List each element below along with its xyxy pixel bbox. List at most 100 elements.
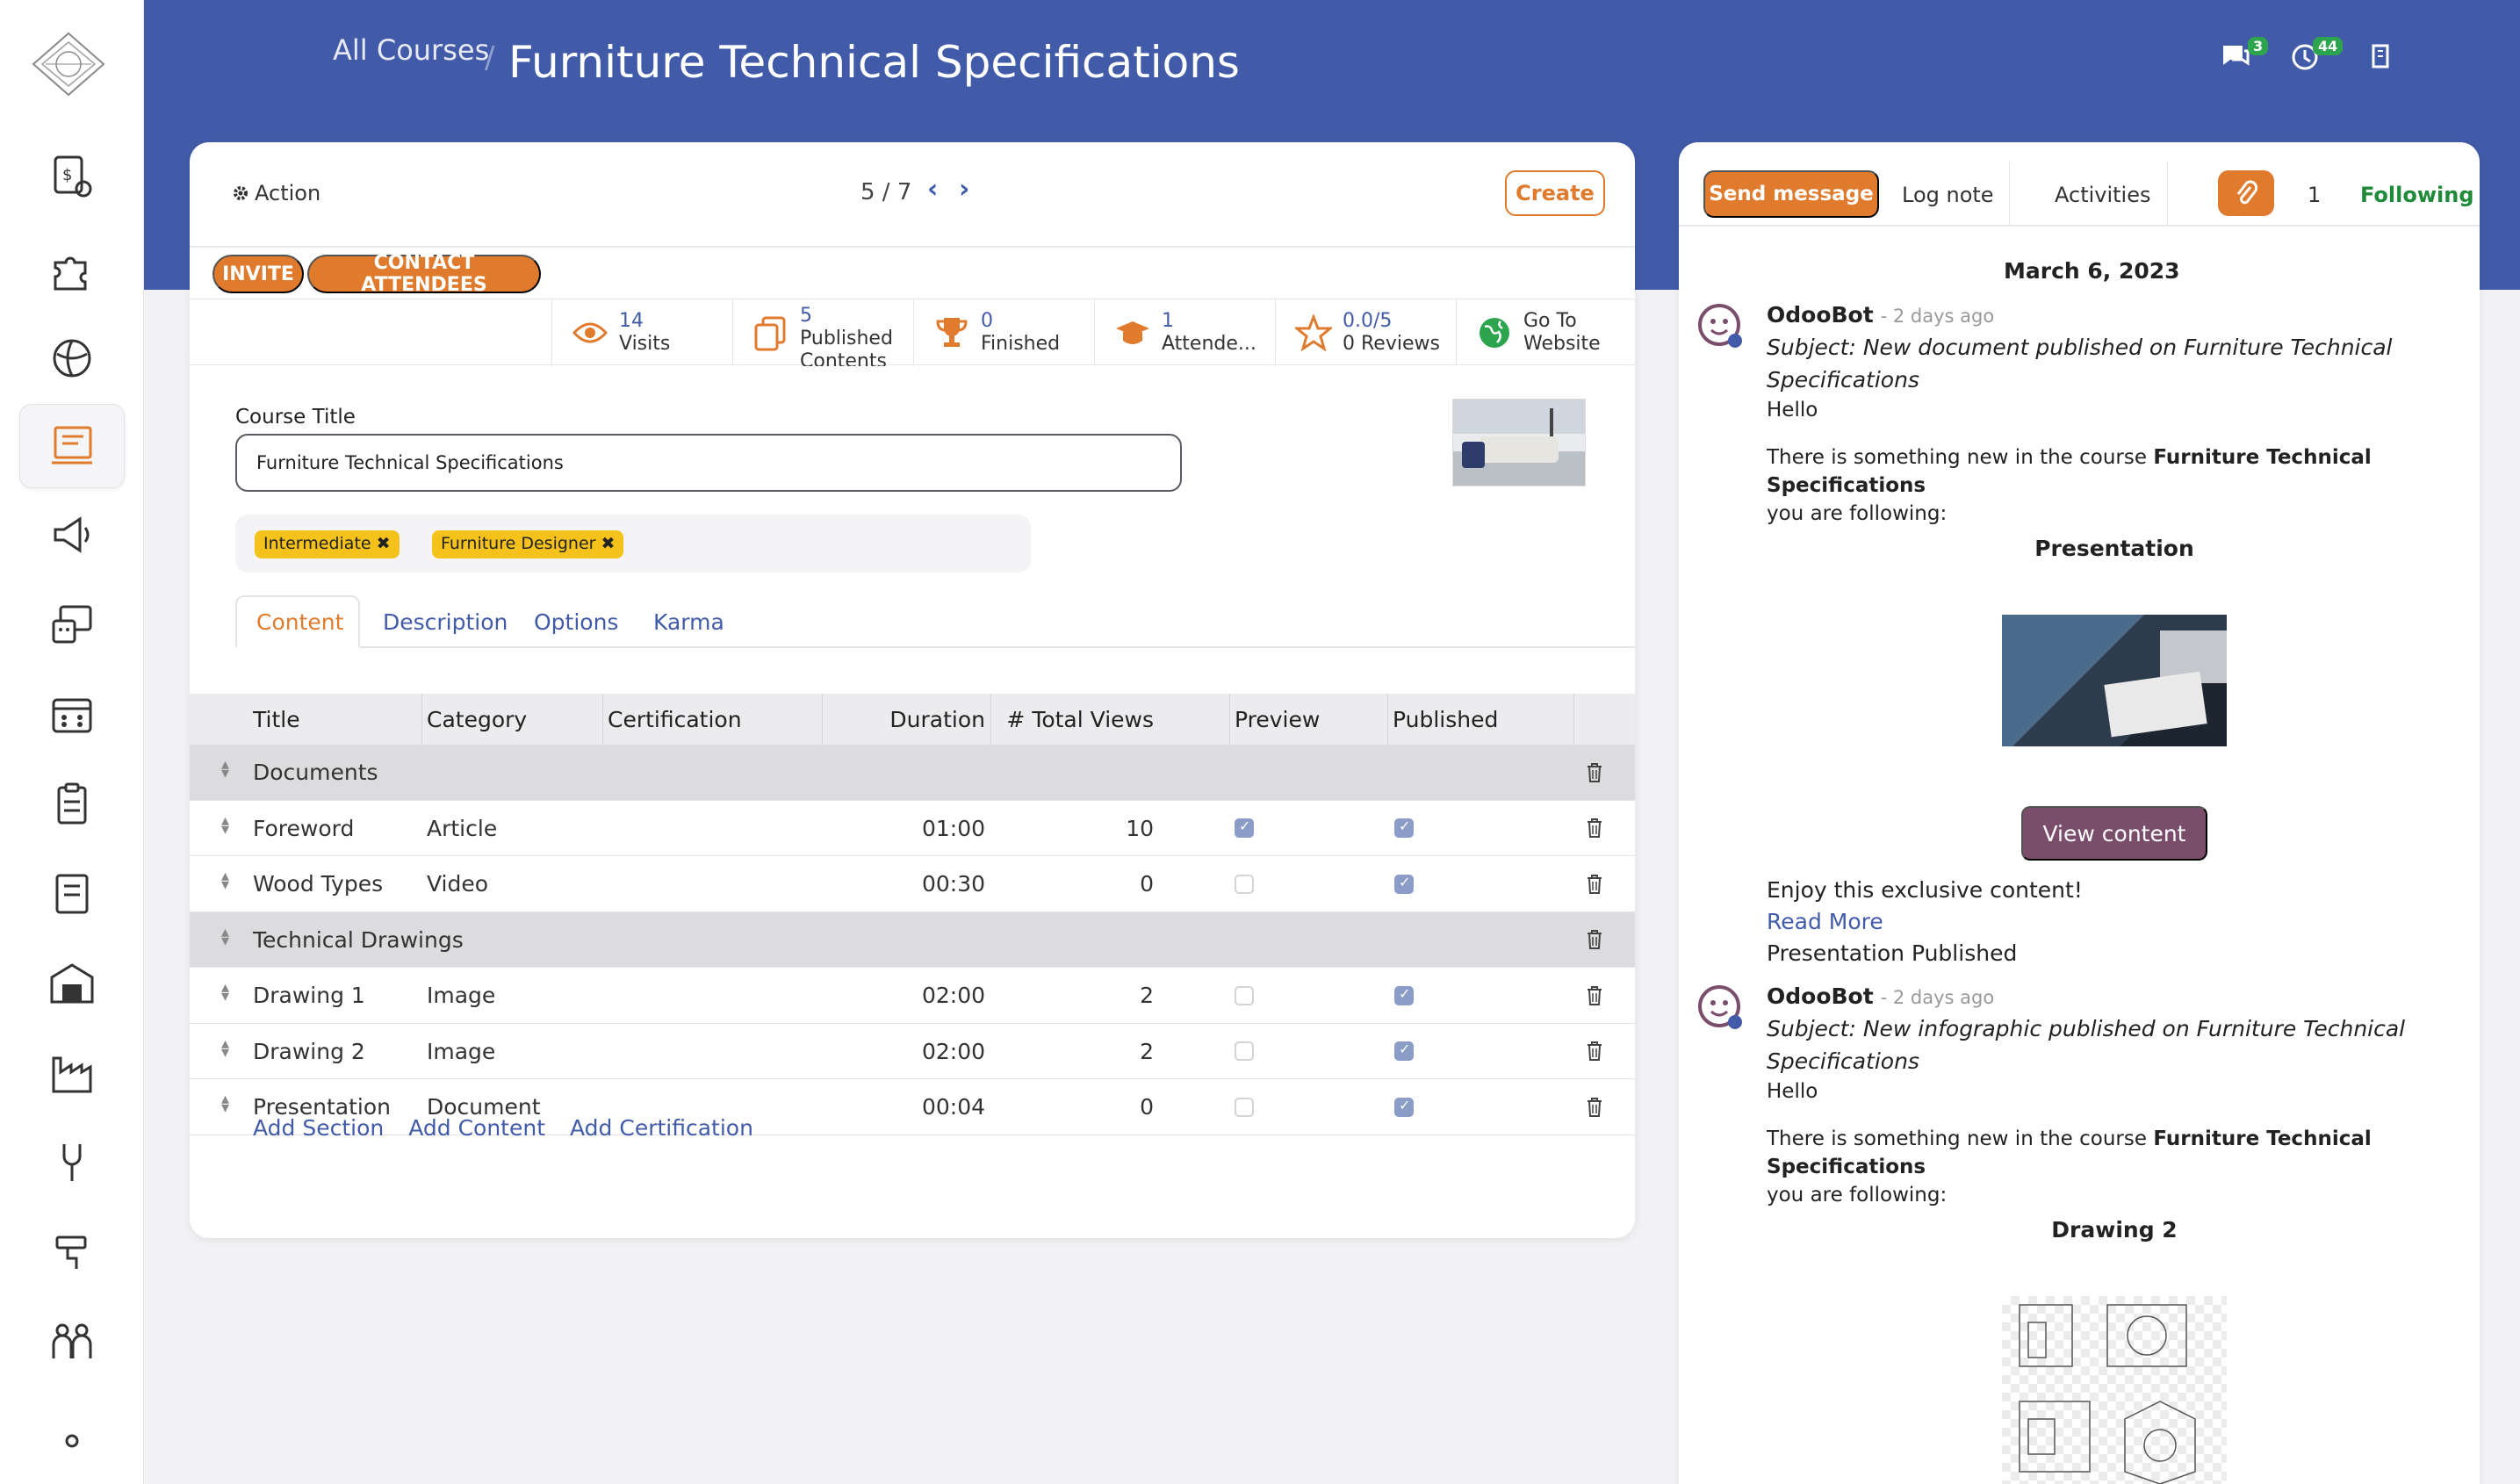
column-category[interactable]: Category [427,694,527,745]
trophy-icon [936,318,968,347]
course-image[interactable] [1452,399,1586,486]
tag-remove-icon[interactable]: ✖ [601,534,616,553]
presentation-thumbnail[interactable] [2002,615,2227,746]
trash-icon[interactable] [1584,1040,1605,1063]
marketing-icon[interactable] [19,493,125,578]
elearning-icon[interactable] [19,404,125,488]
tab-karma[interactable]: Karma [634,595,744,648]
table-row[interactable]: ▴ ▾ Drawing 2 Image 02:00 2 [190,1023,1635,1079]
manufacturing-icon[interactable] [19,1031,125,1115]
surveys-icon[interactable] [19,762,125,846]
read-more-link[interactable]: Read More [1767,906,2469,938]
view-content-button[interactable]: View content [2021,806,2207,861]
drawing-thumbnail[interactable] [2002,1296,2227,1484]
row-category: Image [427,983,496,1009]
preview-checkbox[interactable] [1235,874,1254,894]
trash-icon[interactable] [1584,984,1605,1007]
more-icon[interactable] [19,1387,125,1472]
apps-icon[interactable] [19,227,125,311]
course-title-input[interactable] [235,434,1182,492]
action-menu[interactable]: Action [232,181,320,205]
add-certification-link[interactable]: Add Certification [570,1115,753,1141]
table-row[interactable]: ▴ ▾ Drawing 1 Image 02:00 2 [190,968,1635,1024]
section-row[interactable]: ▴ ▾ Technical Drawings [190,911,1635,968]
column-preview[interactable]: Preview [1235,694,1320,745]
table-row[interactable]: ▴ ▾ Foreword Article 01:00 10 [190,800,1635,856]
tag-remove-icon[interactable]: ✖ [377,534,391,553]
pager-next-icon[interactable]: › [959,174,969,205]
accounting-icon[interactable]: $ [19,135,125,220]
column-title[interactable]: Title [253,694,300,745]
drag-handle-icon[interactable]: ▴ ▾ [221,812,229,837]
preview-checkbox[interactable] [1235,985,1254,1005]
following-button[interactable]: Following [2360,183,2474,207]
row-category: Image [427,1038,496,1064]
tab-options[interactable]: Options [515,595,637,648]
messages-icon[interactable] [2220,42,2251,76]
message-following: you are following: [1767,502,1948,525]
helpdesk-icon[interactable] [19,583,125,667]
repair-icon[interactable] [19,1210,125,1294]
tags-field[interactable]: Intermediate ✖ Furniture Designer ✖ [235,515,1031,573]
attachment-button[interactable] [2218,170,2274,216]
maintenance-icon[interactable] [19,1120,125,1205]
globe-icon [1480,318,1509,348]
company-switcher-icon[interactable] [2371,42,2390,74]
company-logo[interactable] [32,32,105,97]
employees-icon[interactable] [19,1300,125,1384]
visits-smart-button[interactable]: 14 Visits [551,299,732,366]
activities-button[interactable]: Activities [2055,183,2151,207]
create-button[interactable]: Create [1505,170,1605,216]
reviews-smart-button[interactable]: 0.0/5 0 Reviews [1275,299,1456,366]
events-icon[interactable] [19,673,125,757]
preview-checkbox[interactable] [1235,1041,1254,1062]
column-published[interactable]: Published [1393,694,1498,745]
log-note-button[interactable]: Log note [1902,183,1994,207]
drag-handle-icon[interactable]: ▴ ▾ [221,924,229,948]
followers-count[interactable]: 1 [2308,183,2321,207]
drag-handle-icon[interactable]: ▴ ▾ [221,868,229,893]
breadcrumb-parent[interactable]: All Courses [333,33,489,67]
message-footer: Presentation Published [1767,940,2018,966]
section-row[interactable]: ▴ ▾ Documents [190,745,1635,801]
invite-button[interactable]: INVITE [212,255,304,293]
trash-icon[interactable] [1584,1096,1605,1119]
drag-handle-icon[interactable]: ▴ ▾ [221,980,229,1005]
published-checkbox[interactable] [1394,1041,1414,1062]
pager-previous-icon[interactable]: ‹ [927,174,938,205]
trash-icon[interactable] [1584,761,1605,784]
trash-icon[interactable] [1584,873,1605,896]
row-total-views: 2 [1140,1038,1154,1064]
go-to-website-smart-button[interactable]: Go To Website [1456,299,1635,366]
attendees-smart-button[interactable]: 1 Attende... [1094,299,1275,366]
add-content-link[interactable]: Add Content [408,1115,545,1141]
trash-icon[interactable] [1584,928,1605,951]
row-title: Technical Drawings [253,926,464,953]
published-checkbox[interactable] [1394,874,1414,894]
published-checkbox[interactable] [1394,1097,1414,1117]
add-section-link[interactable]: Add Section [253,1115,384,1141]
column-certification[interactable]: Certification [608,694,742,745]
column-total-views[interactable]: # Total Views [996,694,1154,745]
drag-handle-icon[interactable]: ▴ ▾ [221,757,229,782]
row-duration: 02:00 [921,1038,985,1064]
finished-smart-button[interactable]: 0 Finished [913,299,1094,366]
published-checkbox[interactable] [1394,985,1414,1005]
pager-value[interactable]: 5 / 7 [860,179,911,205]
documents-icon[interactable] [19,852,125,936]
drag-handle-icon[interactable]: ▴ ▾ [221,1035,229,1060]
send-message-button[interactable]: Send message [1703,170,1879,218]
published-contents-smart-button[interactable]: 5 Published Contents [732,299,913,366]
contact-attendees-button[interactable]: CONTACT ATTENDEES [307,252,541,296]
published-checkbox[interactable] [1394,818,1414,839]
column-duration[interactable]: Duration [827,694,985,745]
preview-checkbox[interactable] [1235,818,1254,839]
website-icon[interactable] [19,316,125,400]
tab-content[interactable]: Content [235,595,360,648]
tab-description[interactable]: Description [364,595,527,648]
trash-icon[interactable] [1584,817,1605,839]
drag-handle-icon[interactable]: ▴ ▾ [221,1091,229,1116]
preview-checkbox[interactable] [1235,1097,1254,1117]
table-row[interactable]: ▴ ▾ Wood Types Video 00:30 0 [190,856,1635,912]
inventory-icon[interactable] [19,941,125,1026]
